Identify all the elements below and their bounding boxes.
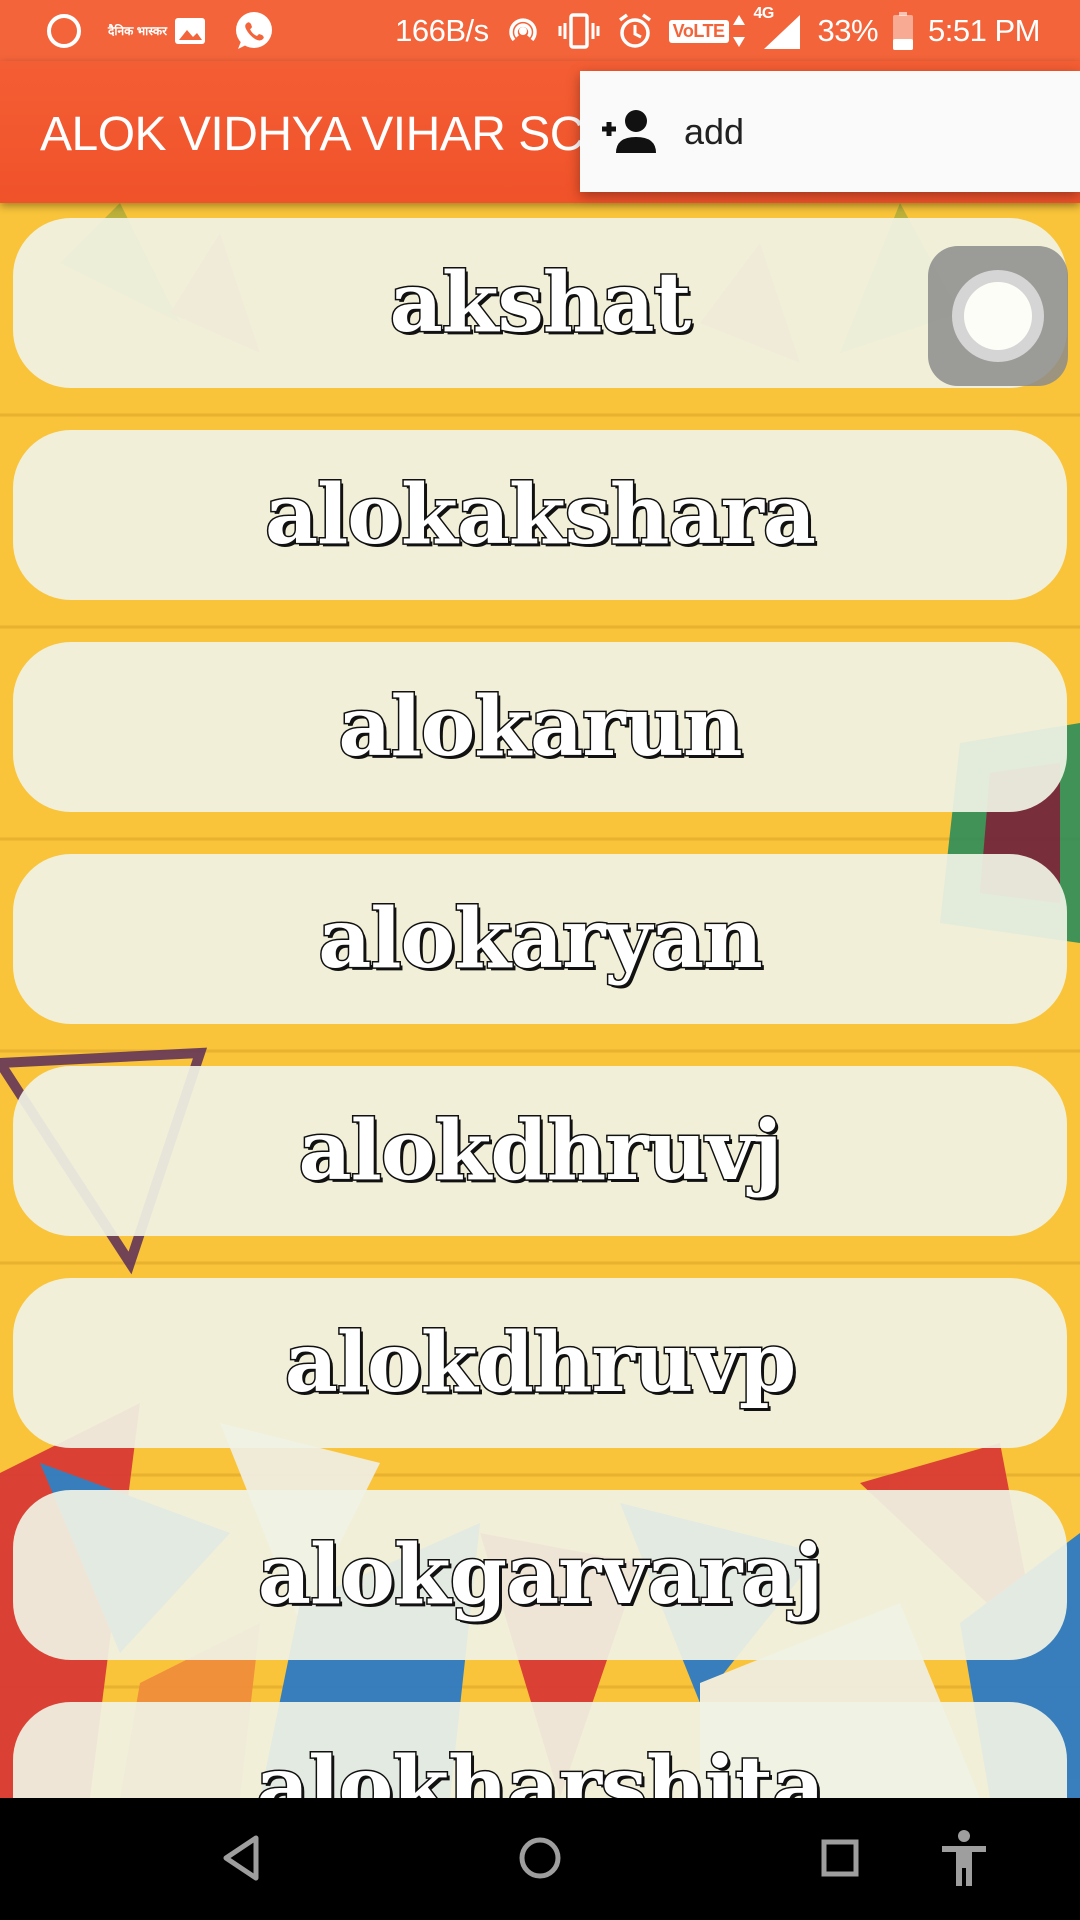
list-item[interactable]: akshat: [13, 218, 1067, 388]
network-speed: 166B/s: [395, 13, 489, 48]
list-item-label: alokharshita: [255, 1738, 827, 1799]
student-list[interactable]: akshat alokakshara alokarun alokaryan al…: [13, 218, 1067, 1798]
list-item-label: alokgarvaraj: [256, 1526, 824, 1625]
list-item-label: alokdhruvj: [297, 1102, 784, 1201]
alarm-icon: [618, 13, 651, 48]
assistive-touch-ring: [952, 270, 1044, 362]
back-icon[interactable]: [212, 1828, 272, 1888]
main-content[interactable]: akshat alokakshara alokarun alokaryan al…: [0, 203, 1080, 1798]
list-item[interactable]: alokgarvaraj: [13, 1490, 1067, 1660]
status-bar-system: 166B/s VoLTE 4G 33% 5:51 PM: [395, 5, 1040, 54]
list-item[interactable]: alokdhruvj: [13, 1066, 1067, 1236]
signal-icon: 4G: [754, 5, 804, 51]
menu-item-label: add: [684, 110, 745, 152]
list-item-label: akshat: [388, 254, 693, 353]
accessibility-icon[interactable]: [934, 1828, 994, 1888]
volte-icon: VoLTE: [668, 13, 746, 49]
assistive-touch-dot: [964, 282, 1032, 350]
list-item[interactable]: alokaryan: [13, 854, 1067, 1024]
hotspot-icon: [508, 18, 537, 42]
menu-item-add[interactable]: add: [580, 71, 1080, 192]
list-item-label: alokdhruvp: [283, 1314, 798, 1413]
list-item[interactable]: alokarun: [13, 642, 1067, 812]
status-bar-notifications: दैनिक भास्कर: [44, 8, 276, 54]
volte-label: VoLTE: [668, 19, 729, 43]
status-bar: दैनिक भास्कर 166B/s VoLTE 4G 33% 5:51 PM: [0, 0, 1080, 61]
data-arrows-icon: [732, 15, 745, 47]
gallery-icon: [175, 18, 205, 44]
vibrate-icon: [558, 13, 600, 49]
list-item-label: alokaryan: [317, 890, 765, 989]
person-add-icon: [602, 109, 656, 153]
assistive-touch-button[interactable]: [928, 246, 1068, 386]
overflow-popup-menu: add: [580, 71, 1080, 192]
page-title: ALOK VIDHYA VIHAR SC: [40, 108, 584, 161]
recents-icon[interactable]: [810, 1828, 870, 1888]
list-item[interactable]: alokharshita: [13, 1702, 1067, 1798]
navigation-bar: [0, 1798, 1080, 1920]
list-item[interactable]: alokdhruvp: [13, 1278, 1067, 1448]
dainik-bhaskar-icon: दैनिक भास्कर: [108, 23, 168, 38]
list-item-label: alokakshara: [264, 466, 818, 565]
list-item[interactable]: alokakshara: [13, 430, 1067, 600]
home-icon[interactable]: [510, 1828, 570, 1888]
whatsapp-icon: [236, 12, 272, 49]
battery-percent: 33%: [817, 13, 879, 48]
clock: 5:51 PM: [928, 13, 1040, 48]
circle-notification-icon: [47, 14, 81, 48]
list-item-label: alokarun: [337, 678, 744, 777]
battery-icon: [893, 12, 914, 50]
